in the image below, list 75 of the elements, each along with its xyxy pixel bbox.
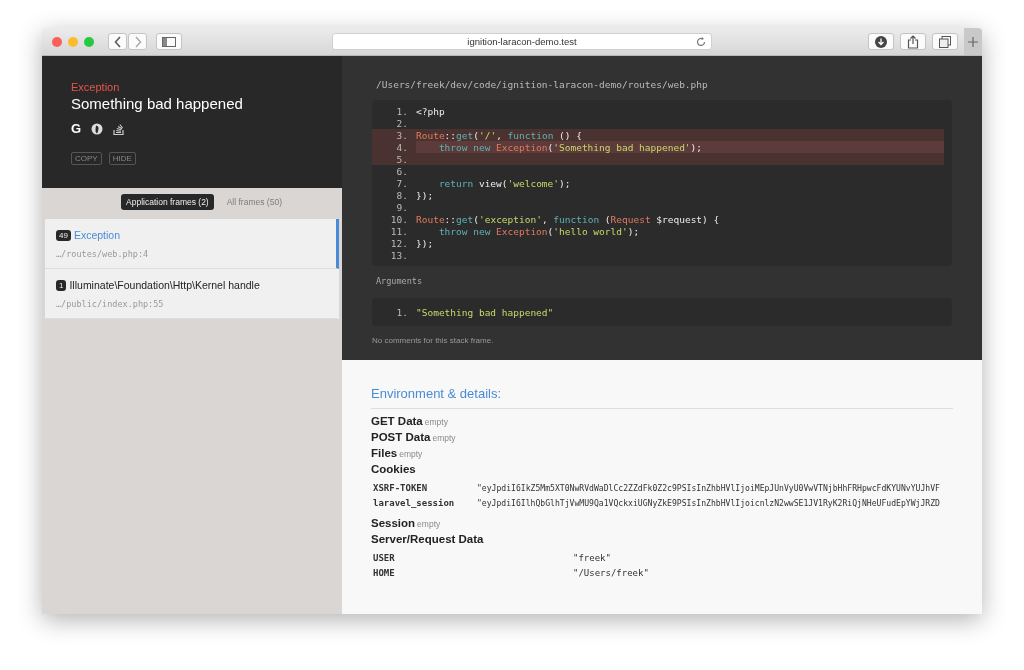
- section-heading: GET Data: [371, 415, 423, 427]
- empty-note: empty: [399, 449, 423, 459]
- data-value: "eyJpdiI6IkZ5Mm5XT0NwRVdWaDlCc2ZZdFk0Z2c9PSIsInZhbHVlIjoiMEpJUnVyU0VwVTNjbHhFRHpwcFdKYUNvYUJhVF: [477, 482, 940, 495]
- code-line: });: [416, 189, 434, 201]
- frame-title: Illuminate\Foundation\Http\Kernel handle: [69, 279, 260, 291]
- argument-value: "Something bad happened": [416, 306, 554, 318]
- code-line: throw new Exception('Something bad happened');: [437, 141, 703, 153]
- stack-frame[interactable]: 1 Illuminate\Foundation\Http\Kernel handle …/public/index.php:55: [45, 269, 339, 319]
- data-key: XSRF-TOKEN: [373, 481, 477, 496]
- tabs-button[interactable]: [932, 33, 958, 50]
- frames-tab[interactable]: Application frames (2): [121, 194, 214, 210]
- empty-note: empty: [424, 417, 448, 427]
- line-number: 1.: [395, 306, 409, 318]
- frame-path: …/routes/web.php:4: [56, 249, 150, 259]
- section-heading: POST Data: [371, 431, 431, 443]
- line-number: 5.: [395, 153, 409, 165]
- tabs-icon: [939, 35, 951, 48]
- section-heading: Files: [371, 447, 398, 459]
- reload-icon[interactable]: [696, 37, 706, 47]
- section-heading: Server/Request Data: [371, 533, 484, 545]
- code-line: });: [416, 237, 434, 249]
- plus-icon: [968, 36, 978, 47]
- line-number: 13.: [389, 249, 409, 261]
- header-button[interactable]: COPY: [71, 152, 102, 165]
- search-link[interactable]: G: [71, 122, 82, 135]
- sidebar-button[interactable]: [156, 33, 182, 50]
- frame-count: 49: [56, 229, 71, 241]
- line-number: 6.: [395, 165, 409, 177]
- line-number: 12.: [389, 237, 409, 249]
- code-line: Route::get('/', function () {: [416, 129, 582, 141]
- stack-icon[interactable]: [113, 122, 125, 135]
- stack-frame[interactable]: 49 Exception …/routes/web.php:4: [45, 219, 339, 269]
- section-heading: Session: [371, 517, 416, 529]
- line-number: 2.: [395, 117, 409, 129]
- share-icon: [907, 34, 919, 49]
- exception-class: Exception: [71, 81, 121, 93]
- line-number: 7.: [395, 177, 409, 189]
- header-button[interactable]: HIDE: [108, 152, 136, 165]
- section-heading: Cookies: [371, 463, 416, 475]
- line-number: 1.: [395, 105, 409, 117]
- download-icon: [875, 35, 887, 48]
- data-key: laravel_session: [373, 496, 477, 511]
- frame-count: 1: [56, 279, 67, 291]
- data-value: "/Users/freek": [573, 567, 649, 580]
- code-line: throw new Exception('hello world');: [437, 225, 640, 237]
- code-line: <?php: [416, 105, 445, 117]
- back-button[interactable]: [108, 33, 127, 50]
- line-number: 4.: [395, 141, 409, 153]
- file-path: /Users/freek/dev/code/ignition-laracon-demo/routes/web.php: [376, 79, 709, 90]
- empty-note: empty: [417, 519, 441, 529]
- frame-path: …/public/index.php:55: [56, 299, 165, 309]
- sidebar-icon: [162, 36, 176, 47]
- duck-icon[interactable]: [91, 122, 104, 135]
- data-value: "eyJpdiI6IlhQbGlhTjVwMU9Qa1VQckxiUGNyZkE9PSIsInZhbHVlIjoicnlzN2wwSE1JV1RyK2RiQjNHeUFudEpYWjJRZD: [477, 497, 940, 510]
- share-button[interactable]: [900, 33, 926, 50]
- section-title: Environment & details:: [371, 386, 953, 409]
- download-button[interactable]: [868, 33, 894, 50]
- line-number: 3.: [395, 129, 409, 141]
- frame-title: Exception: [73, 229, 121, 241]
- address-bar[interactable]: ignition-laracon-demo.test: [332, 33, 712, 50]
- line-number: 10.: [389, 213, 409, 225]
- line-number: 8.: [395, 189, 409, 201]
- exception-message: Something bad happened: [71, 95, 244, 112]
- code-line: return view('welcome');: [437, 177, 571, 189]
- code-line: Route::get('exception', function (Request $request) {: [416, 213, 720, 225]
- data-value: "freek": [573, 552, 611, 565]
- line-number: 9.: [395, 201, 409, 213]
- arguments-title: Arguments: [376, 276, 424, 286]
- chevron-right-icon: [133, 35, 142, 48]
- comments-note: No comments for this stack frame.: [372, 336, 495, 345]
- data-key: HOME: [373, 566, 573, 581]
- empty-note: empty: [432, 433, 456, 443]
- data-key: USER: [373, 551, 573, 566]
- chevron-left-icon: [113, 35, 122, 48]
- line-number: 11.: [389, 225, 409, 237]
